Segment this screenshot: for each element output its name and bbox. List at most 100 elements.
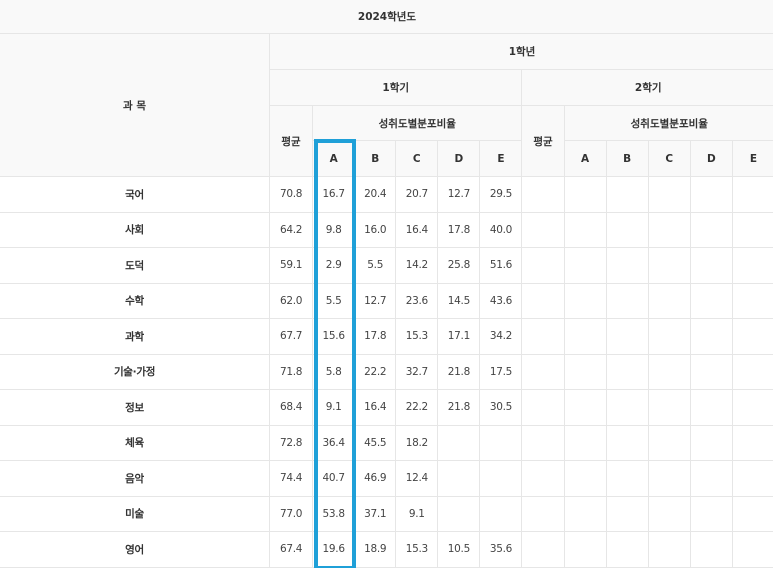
s2-grade-b-header: B: [606, 140, 649, 177]
semester-2-grade-cell: [648, 389, 691, 426]
grade-b-cell: 18.9: [354, 531, 397, 568]
semester-2-average-cell: [521, 247, 565, 284]
grade-e-cell: [479, 496, 523, 532]
grade-distribution-view: 2024학년도 과 목 1학년 1학기 2학기 평균 성취도별분포비율 평균 성…: [0, 0, 773, 568]
semester-2-average-cell: [521, 496, 565, 532]
semester-2-grade-cell: [564, 496, 607, 532]
semester-2-average-cell: [521, 425, 565, 461]
table-row: 도덕 59.1 2.9 5.5 14.2 25.8 51.6: [0, 247, 773, 284]
grade-b-cell: 20.4: [354, 176, 397, 213]
subject-cell: 사회: [0, 212, 271, 248]
semester-2-grade-cell: [732, 531, 773, 568]
subject-cell: 체육: [0, 425, 271, 461]
table-row: 사회 64.2 9.8 16.0 16.4 17.8 40.0: [0, 212, 773, 248]
semester-2-average-cell: [521, 176, 565, 213]
semester-1-average-header: 평균: [269, 105, 314, 177]
grade-d-cell: 17.8: [437, 212, 481, 248]
table-row: 미술 77.0 53.8 37.1 9.1: [0, 496, 773, 532]
s2-grade-e-header: E: [732, 140, 773, 177]
grade-d-cell: [437, 496, 481, 532]
grade-c-cell: 14.2: [395, 247, 439, 284]
semester-2-grade-cell: [732, 318, 773, 355]
semester-2-average-header: 평균: [521, 105, 565, 177]
average-cell: 62.0: [269, 283, 314, 319]
grade-a-cell: 9.8: [312, 212, 356, 248]
average-cell: 68.4: [269, 389, 314, 426]
semester-2-grade-cell: [732, 389, 773, 426]
subject-cell: 수학: [0, 283, 271, 319]
school-year-header: 2024학년도: [0, 0, 773, 34]
semester-2-grade-cell: [564, 283, 607, 319]
semester-2-grade-cell: [690, 531, 733, 568]
grade-c-cell: 32.7: [395, 354, 439, 390]
semester-2-grade-cell: [732, 247, 773, 284]
semester-2-grade-cell: [648, 460, 691, 497]
semester-2-grade-cell: [690, 176, 733, 213]
s1-grade-c-header: C: [395, 140, 439, 177]
grade-b-cell: 16.0: [354, 212, 397, 248]
semester-2-grade-cell: [690, 496, 733, 532]
grade-a-cell: 15.6: [312, 318, 356, 355]
average-cell: 71.8: [269, 354, 314, 390]
semester-2-grade-cell: [690, 354, 733, 390]
semester-2-grade-cell: [732, 496, 773, 532]
s1-grade-b-header: B: [354, 140, 397, 177]
grade-a-cell: 2.9: [312, 247, 356, 284]
semester-2-grade-cell: [690, 247, 733, 284]
semester-2-grade-cell: [606, 425, 649, 461]
semester-2-grade-cell: [564, 176, 607, 213]
grade-c-cell: 15.3: [395, 531, 439, 568]
semester-2-grade-cell: [606, 247, 649, 284]
semester-1-distribution-header: 성취도별분포비율: [312, 105, 523, 141]
semester-2-distribution-header: 성취도별분포비율: [564, 105, 773, 141]
table-row: 국어 70.8 16.7 20.4 20.7 12.7 29.5: [0, 176, 773, 213]
semester-2-grade-cell: [732, 460, 773, 497]
semester-2-average-cell: [521, 460, 565, 497]
semester-2-grade-cell: [690, 318, 733, 355]
table-row: 영어 67.4 19.6 18.9 15.3 10.5 35.6: [0, 531, 773, 568]
semester-2-average-cell: [521, 318, 565, 355]
semester-2-grade-cell: [564, 389, 607, 426]
grade-b-cell: 45.5: [354, 425, 397, 461]
semester-2-header: 2학기: [521, 69, 773, 106]
grade-e-cell: 17.5: [479, 354, 523, 390]
subject-cell: 국어: [0, 176, 271, 213]
semester-2-grade-cell: [648, 354, 691, 390]
grade-b-cell: 22.2: [354, 354, 397, 390]
semester-2-grade-cell: [690, 212, 733, 248]
semester-2-grade-cell: [690, 283, 733, 319]
subject-cell: 기술·가정: [0, 354, 271, 390]
semester-2-grade-cell: [606, 212, 649, 248]
semester-2-grade-cell: [606, 283, 649, 319]
grade-a-cell: 9.1: [312, 389, 356, 426]
grade-c-cell: 18.2: [395, 425, 439, 461]
semester-2-grade-cell: [606, 389, 649, 426]
average-cell: 70.8: [269, 176, 314, 213]
table-row: 과학 67.7 15.6 17.8 15.3 17.1 34.2: [0, 318, 773, 355]
average-cell: 74.4: [269, 460, 314, 497]
grade-c-cell: 22.2: [395, 389, 439, 426]
s2-grade-d-header: D: [690, 140, 733, 177]
semester-2-grade-cell: [648, 247, 691, 284]
semester-2-grade-cell: [564, 318, 607, 355]
s1-grade-e-header: E: [479, 140, 523, 177]
subject-cell: 음악: [0, 460, 271, 497]
semester-2-grade-cell: [648, 318, 691, 355]
grade-c-cell: 9.1: [395, 496, 439, 532]
grade-b-cell: 5.5: [354, 247, 397, 284]
semester-2-grade-cell: [564, 425, 607, 461]
semester-2-grade-cell: [732, 354, 773, 390]
semester-2-grade-cell: [690, 460, 733, 497]
average-cell: 72.8: [269, 425, 314, 461]
grade-a-cell: 36.4: [312, 425, 356, 461]
semester-2-grade-cell: [606, 460, 649, 497]
semester-2-grade-cell: [606, 496, 649, 532]
semester-1-header: 1학기: [269, 69, 523, 106]
grade-c-cell: 12.4: [395, 460, 439, 497]
semester-2-average-cell: [521, 212, 565, 248]
semester-2-grade-cell: [564, 354, 607, 390]
subject-cell: 정보: [0, 389, 271, 426]
grade-c-cell: 23.6: [395, 283, 439, 319]
subject-cell: 과학: [0, 318, 271, 355]
semester-2-grade-cell: [690, 389, 733, 426]
